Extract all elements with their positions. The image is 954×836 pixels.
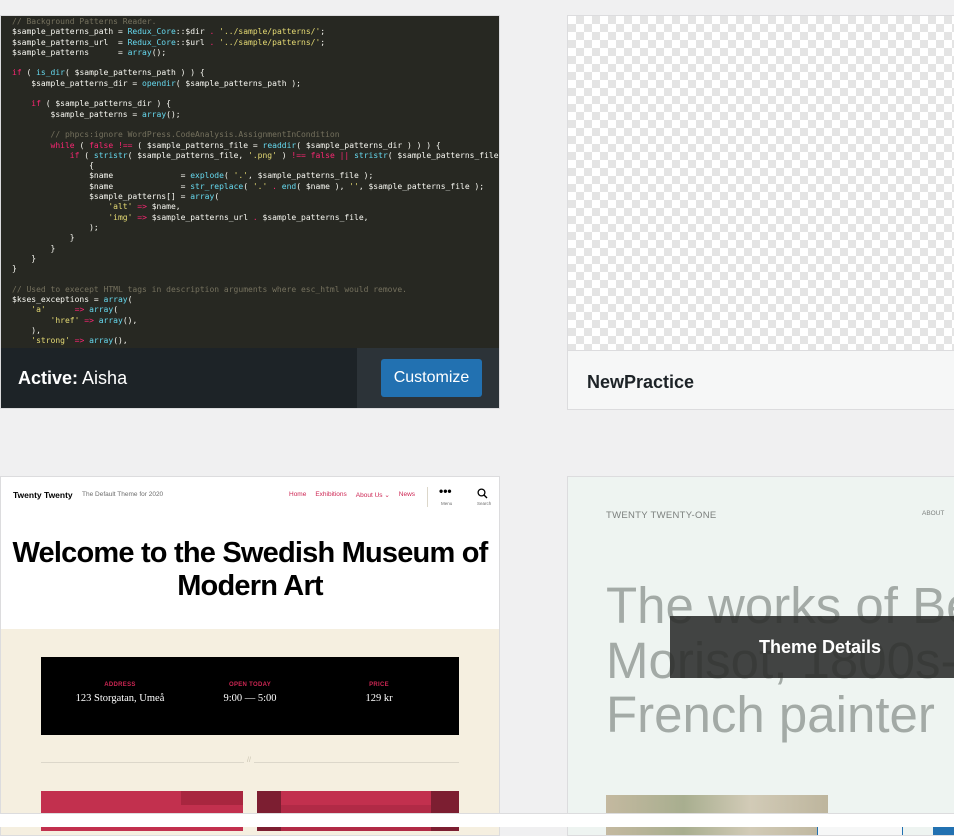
tt-info-box: ADDRESS 123 Storgatan, Umeå OPEN TODAY 9… xyxy=(41,657,459,735)
tt-menu-item: Exhibitions xyxy=(315,491,347,498)
t21-nav-item: ABOUT xyxy=(922,510,945,517)
tt-menu-item: About Us ⌄ xyxy=(355,492,390,499)
theme-card-twenty-twenty-one[interactable]: TWENTY TWENTY-ONE ABOUT The works of Ber… xyxy=(567,476,954,836)
theme-card-actions-strip xyxy=(0,813,954,827)
tt-search-label: Search xyxy=(477,501,492,506)
theme-name-bar: NewPractice xyxy=(568,350,954,409)
theme-screenshot-code: // Background Patterns Reader. $sample_p… xyxy=(12,17,500,346)
customize-button[interactable]: Customize xyxy=(381,359,482,397)
tt-info-column: PRICE 129 kr xyxy=(365,682,393,704)
active-theme-bar: Active: Aisha Customize xyxy=(1,348,499,408)
theme-card-active[interactable]: // Background Patterns Reader. $sample_p… xyxy=(0,15,500,409)
more-dots-icon: ••• xyxy=(439,484,452,498)
t21-site-title: TWENTY TWENTY-ONE xyxy=(606,510,717,521)
theme-card-twenty-twenty[interactable]: Twenty Twenty The Default Theme for 2020… xyxy=(0,476,500,836)
tt-site-title: Twenty Twenty xyxy=(13,490,73,500)
theme-details-button[interactable]: Theme Details xyxy=(670,616,954,678)
theme-name: NewPractice xyxy=(587,372,695,392)
theme-screenshot-placeholder[interactable] xyxy=(568,16,954,350)
tt-info-column: ADDRESS 123 Storgatan, Umeå xyxy=(75,682,165,704)
tt-menu-item: Home xyxy=(289,491,307,498)
tt-primary-menu: Home Exhibitions About Us ⌄ News xyxy=(289,491,415,499)
tt-hero-title: Welcome to the Swedish Museum of Modern … xyxy=(12,537,489,602)
tt-menu-item: News xyxy=(398,491,416,498)
active-theme-name: Active: Aisha xyxy=(18,368,128,388)
tt-tagline: The Default Theme for 2020 xyxy=(82,491,164,498)
theme-card-newpractice[interactable]: NewPractice xyxy=(567,15,954,410)
search-icon xyxy=(477,488,488,499)
tt-menu-label: Menu xyxy=(441,501,453,506)
tt-info-column: OPEN TODAY 9:00 — 5:00 xyxy=(223,682,277,704)
tt-separator-mark: // xyxy=(244,757,254,764)
tt-content-area: ADDRESS 123 Storgatan, Umeå OPEN TODAY 9… xyxy=(1,629,499,835)
